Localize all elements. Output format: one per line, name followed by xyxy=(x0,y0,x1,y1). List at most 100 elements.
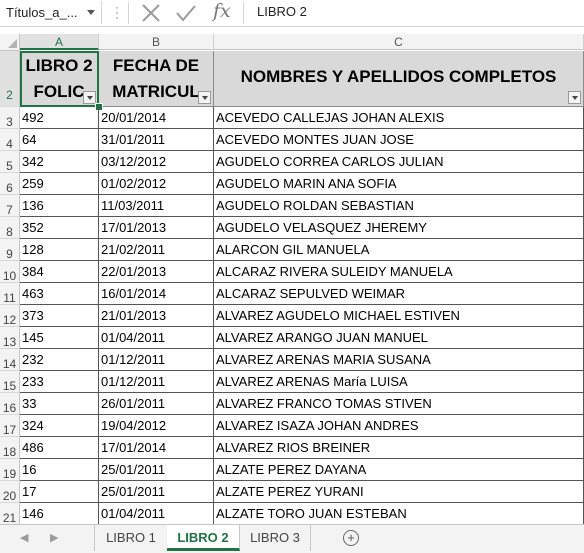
cell-nombre[interactable]: ALARCON GIL MANUELA xyxy=(214,239,584,261)
chevron-down-icon[interactable] xyxy=(87,10,95,15)
cell-folio[interactable]: 373 xyxy=(20,305,99,327)
row-header[interactable]: 3 xyxy=(0,107,20,129)
cell-fecha[interactable]: 21/01/2013 xyxy=(99,305,214,327)
cell-nombre[interactable]: ALZATE TORO JUAN ESTEBAN xyxy=(214,503,584,524)
row-header[interactable]: 6 xyxy=(0,173,20,195)
row-header[interactable]: 12 xyxy=(0,305,20,327)
cell-fecha[interactable]: 17/01/2014 xyxy=(99,437,214,459)
cell-fecha[interactable]: 17/01/2013 xyxy=(99,217,214,239)
cell-fecha[interactable]: 22/01/2013 xyxy=(99,261,214,283)
cell-nombre[interactable]: ALVAREZ ARANGO JUAN MANUEL xyxy=(214,327,584,349)
cell-nombre[interactable]: ACEVEDO CALLEJAS JOHAN ALEXIS xyxy=(214,107,584,129)
cell-folio[interactable]: 232 xyxy=(20,349,99,371)
add-sheet-icon[interactable]: + xyxy=(343,530,359,546)
cell-folio[interactable]: 233 xyxy=(20,371,99,393)
name-box[interactable]: Títulos_a_... xyxy=(0,1,102,24)
row-header[interactable]: 5 xyxy=(0,151,20,173)
row-header[interactable]: 4 xyxy=(0,129,20,151)
column-header-c[interactable]: C xyxy=(214,34,584,50)
cell-folio[interactable]: 128 xyxy=(20,239,99,261)
row-header[interactable]: 19 xyxy=(0,459,20,481)
insert-function-icon[interactable]: fx xyxy=(213,0,231,22)
cell-nombre[interactable]: ALVAREZ AGUDELO MICHAEL ESTIVEN xyxy=(214,305,584,327)
cell-fecha[interactable]: 16/01/2014 xyxy=(99,283,214,305)
row-header[interactable]: 9 xyxy=(0,239,20,261)
cell-folio[interactable]: 145 xyxy=(20,327,99,349)
cell-nombre[interactable]: ALZATE PEREZ YURANI xyxy=(214,481,584,503)
cell-folio[interactable]: 492 xyxy=(20,107,99,129)
row-header[interactable]: 10 xyxy=(0,261,20,283)
cell-folio[interactable]: 33 xyxy=(20,393,99,415)
cell-nombre[interactable]: ALCARAZ SEPULVED WEIMAR xyxy=(214,283,584,305)
cell-folio[interactable]: 259 xyxy=(20,173,99,195)
header-cell-folio[interactable]: LIBRO 2 FOLIC xyxy=(20,51,99,107)
cell-nombre[interactable]: ALVAREZ ARENAS María LUISA xyxy=(214,371,584,393)
cell-folio[interactable]: 136 xyxy=(20,195,99,217)
cell-folio[interactable]: 486 xyxy=(20,437,99,459)
scroll-left-icon[interactable]: ◀ xyxy=(20,531,28,544)
row-header[interactable]: 13 xyxy=(0,327,20,349)
filter-dropdown-icon[interactable] xyxy=(568,91,581,104)
row-header[interactable]: 14 xyxy=(0,349,20,371)
cell-nombre[interactable]: AGUDELO ROLDAN SEBASTIAN xyxy=(214,195,584,217)
cell-nombre[interactable]: ALVAREZ ISAZA JOHAN ANDRES xyxy=(214,415,584,437)
scroll-right-icon[interactable]: ▶ xyxy=(50,531,58,544)
row-header[interactable]: 2 xyxy=(0,51,20,107)
header-cell-fecha[interactable]: FECHA DE MATRICUL xyxy=(99,51,214,107)
cell-fecha[interactable]: 01/02/2012 xyxy=(99,173,214,195)
more-options-icon[interactable]: · · · xyxy=(111,1,123,23)
cell-folio[interactable]: 17 xyxy=(20,481,99,503)
row-header[interactable]: 16 xyxy=(0,393,20,415)
cell-folio[interactable]: 146 xyxy=(20,503,99,524)
row-header[interactable]: 11 xyxy=(0,283,20,305)
formula-input[interactable]: LIBRO 2 xyxy=(257,4,307,19)
row-header[interactable]: 21 xyxy=(0,503,20,524)
row-header[interactable]: 8 xyxy=(0,217,20,239)
cell-nombre[interactable]: ALZATE PEREZ DAYANA xyxy=(214,459,584,481)
cell-folio[interactable]: 463 xyxy=(20,283,99,305)
row-header[interactable]: 15 xyxy=(0,371,20,393)
header-label: NOMBRES Y APELLIDOS COMPLETOS xyxy=(240,67,557,86)
cell-nombre[interactable]: ALVAREZ RIOS BREINER xyxy=(214,437,584,459)
cell-folio[interactable]: 384 xyxy=(20,261,99,283)
cell-folio[interactable]: 342 xyxy=(20,151,99,173)
cell-fecha[interactable]: 01/04/2011 xyxy=(99,503,214,524)
tab-libro-1[interactable]: LIBRO 1 xyxy=(94,525,168,551)
cell-folio[interactable]: 16 xyxy=(20,459,99,481)
filter-dropdown-icon[interactable] xyxy=(198,91,211,104)
cell-fecha[interactable]: 25/01/2011 xyxy=(99,481,214,503)
row-header[interactable]: 17 xyxy=(0,415,20,437)
enter-check-icon[interactable] xyxy=(175,3,197,23)
tab-libro-3[interactable]: LIBRO 3 xyxy=(240,525,311,551)
cell-nombre[interactable]: AGUDELO CORREA CARLOS JULIAN xyxy=(214,151,584,173)
cell-fecha[interactable]: 01/12/2011 xyxy=(99,371,214,393)
cell-nombre[interactable]: ALVAREZ ARENAS MARIA SUSANA xyxy=(214,349,584,371)
cell-folio[interactable]: 352 xyxy=(20,217,99,239)
cell-nombre[interactable]: ACEVEDO MONTES JUAN JOSE xyxy=(214,129,584,151)
row-header[interactable]: 7 xyxy=(0,195,20,217)
select-all-button[interactable] xyxy=(0,34,20,51)
column-header-a[interactable]: A xyxy=(20,34,99,50)
cell-fecha[interactable]: 25/01/2011 xyxy=(99,459,214,481)
cell-fecha[interactable]: 01/12/2011 xyxy=(99,349,214,371)
row-header[interactable]: 18 xyxy=(0,437,20,459)
column-header-b[interactable]: B xyxy=(99,34,214,50)
cancel-icon[interactable] xyxy=(140,3,162,23)
cell-fecha[interactable]: 19/04/2012 xyxy=(99,415,214,437)
cell-folio[interactable]: 324 xyxy=(20,415,99,437)
cell-fecha[interactable]: 03/12/2012 xyxy=(99,151,214,173)
cell-nombre[interactable]: ALCARAZ RIVERA SULEIDY MANUELA xyxy=(214,261,584,283)
cell-fecha[interactable]: 21/02/2011 xyxy=(99,239,214,261)
cell-fecha[interactable]: 11/03/2011 xyxy=(99,195,214,217)
cell-folio[interactable]: 64 xyxy=(20,129,99,151)
cell-fecha[interactable]: 31/01/2011 xyxy=(99,129,214,151)
tab-libro-2[interactable]: LIBRO 2 xyxy=(167,525,240,551)
cell-nombre[interactable]: AGUDELO MARIN ANA SOFIA xyxy=(214,173,584,195)
cell-fecha[interactable]: 01/04/2011 xyxy=(99,327,214,349)
cell-nombre[interactable]: AGUDELO VELASQUEZ JHEREMY xyxy=(214,217,584,239)
cell-nombre[interactable]: ALVAREZ FRANCO TOMAS STIVEN xyxy=(214,393,584,415)
row-header[interactable]: 20 xyxy=(0,481,20,503)
cell-fecha[interactable]: 20/01/2014 xyxy=(99,107,214,129)
header-cell-nombres[interactable]: NOMBRES Y APELLIDOS COMPLETOS xyxy=(214,51,584,107)
cell-fecha[interactable]: 26/01/2011 xyxy=(99,393,214,415)
